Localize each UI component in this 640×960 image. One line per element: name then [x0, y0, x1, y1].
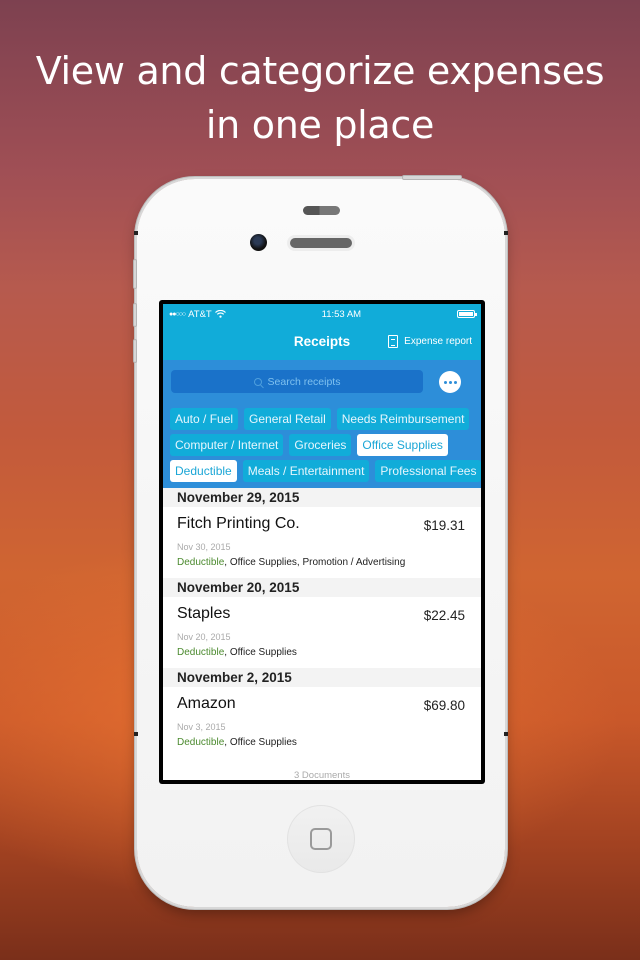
signal-dots-icon: ●●○○○: [169, 310, 186, 318]
front-camera-icon: [250, 234, 267, 251]
carrier-label: AT&T: [188, 308, 212, 320]
receipt-row[interactable]: Staples $22.45 Nov 20, 2015 Deductible, …: [163, 597, 481, 668]
headline-line-2: in one place: [205, 103, 435, 147]
mute-switch: [133, 259, 137, 289]
receipt-date: Nov 3, 2015: [177, 722, 226, 732]
search-area: Search receipts: [163, 360, 481, 404]
category-list: , Office Supplies, Promotion / Advertisi…: [224, 557, 406, 568]
receipt-date: Nov 30, 2015: [177, 542, 231, 552]
tag-office-supplies[interactable]: Office Supplies: [357, 434, 448, 456]
date-section-header: November 2, 2015: [163, 668, 481, 687]
category-list: , Office Supplies: [224, 647, 297, 658]
document-icon: [388, 335, 399, 348]
tag-deductible[interactable]: Deductible: [170, 460, 237, 482]
headline: View and categorize expenses in one plac…: [0, 44, 640, 152]
tag-needs-reimbursement[interactable]: Needs Reimbursement: [336, 408, 470, 430]
tag-meals-entertainment[interactable]: Meals / Entertainment: [242, 460, 370, 482]
tag-groceries[interactable]: Groceries: [289, 434, 352, 456]
tag-auto-fuel[interactable]: Auto / Fuel: [170, 408, 239, 430]
volume-down-button: [133, 339, 137, 363]
search-icon: [253, 377, 262, 386]
antenna-band: [504, 231, 508, 235]
search-input[interactable]: Search receipts: [171, 370, 423, 393]
tag-row: Auto / Fuel General Retail Needs Reimbur…: [170, 408, 481, 430]
battery-icon: [457, 310, 477, 318]
more-options-button[interactable]: [439, 371, 461, 393]
receipt-list: November 29, 2015 Fitch Printing Co. $19…: [163, 488, 481, 758]
deductible-label: Deductible: [177, 647, 225, 658]
receipt-categories: Deductible, Office Supplies: [177, 647, 297, 658]
date-section-header: November 29, 2015: [163, 488, 481, 507]
category-list: , Office Supplies: [224, 737, 297, 748]
date-section-header: November 20, 2015: [163, 578, 481, 597]
merchant-name: Fitch Printing Co.: [177, 515, 300, 532]
home-square-icon: [310, 828, 332, 850]
receipt-categories: Deductible, Office Supplies, Promotion /…: [177, 557, 405, 568]
antenna-band: [134, 231, 138, 235]
receipt-row[interactable]: Fitch Printing Co. $19.31 Nov 30, 2015 D…: [163, 507, 481, 578]
home-button[interactable]: [287, 805, 355, 873]
merchant-name: Amazon: [177, 695, 236, 712]
status-bar: ●●○○○ AT&T 11:53 AM: [163, 304, 481, 324]
antenna-band: [134, 732, 138, 736]
deductible-label: Deductible: [177, 557, 225, 568]
tag-row: Deductible Meals / Entertainment Profess…: [170, 460, 481, 482]
receipt-row[interactable]: Amazon $69.80 Nov 3, 2015 Deductible, Of…: [163, 687, 481, 758]
receipt-categories: Deductible, Office Supplies: [177, 737, 297, 748]
receipt-amount: $19.31: [423, 518, 465, 533]
sleep-button: [402, 175, 462, 180]
tag-general-retail[interactable]: General Retail: [244, 408, 331, 430]
expense-report-button[interactable]: Expense report: [388, 335, 472, 348]
volume-up-button: [133, 303, 137, 327]
app-display: ●●○○○ AT&T 11:53 AM Receipts Expense rep…: [163, 304, 481, 780]
proximity-sensor: [303, 206, 340, 215]
merchant-name: Staples: [177, 605, 231, 622]
receipt-amount: $69.80: [423, 698, 465, 713]
nav-bar: Receipts Expense report: [163, 324, 481, 360]
search-placeholder: Search receipts: [267, 375, 341, 388]
receipt-date: Nov 20, 2015: [177, 632, 231, 642]
receipt-amount: $22.45: [423, 608, 465, 623]
headline-line-1: View and categorize expenses: [35, 49, 605, 93]
tag-computer-internet[interactable]: Computer / Internet: [170, 434, 284, 456]
antenna-band: [504, 732, 508, 736]
tag-professional-fees[interactable]: Professional Fees: [375, 460, 481, 482]
more-icon: [448, 380, 452, 384]
phone-screen: ●●○○○ AT&T 11:53 AM Receipts Expense rep…: [159, 300, 485, 784]
wifi-icon: [214, 310, 226, 318]
phone-frame: ●●○○○ AT&T 11:53 AM Receipts Expense rep…: [133, 175, 508, 907]
tag-filter-panel: Auto / Fuel General Retail Needs Reimbur…: [163, 404, 481, 488]
document-count: 3 Documents: [294, 770, 350, 780]
tag-row: Computer / Internet Groceries Office Sup…: [170, 434, 481, 456]
deductible-label: Deductible: [177, 737, 225, 748]
more-icon: [443, 380, 447, 384]
status-time: 11:53 AM: [321, 308, 362, 320]
more-icon: [453, 380, 457, 384]
expense-report-label: Expense report: [404, 336, 472, 347]
earpiece-speaker: [290, 238, 352, 248]
